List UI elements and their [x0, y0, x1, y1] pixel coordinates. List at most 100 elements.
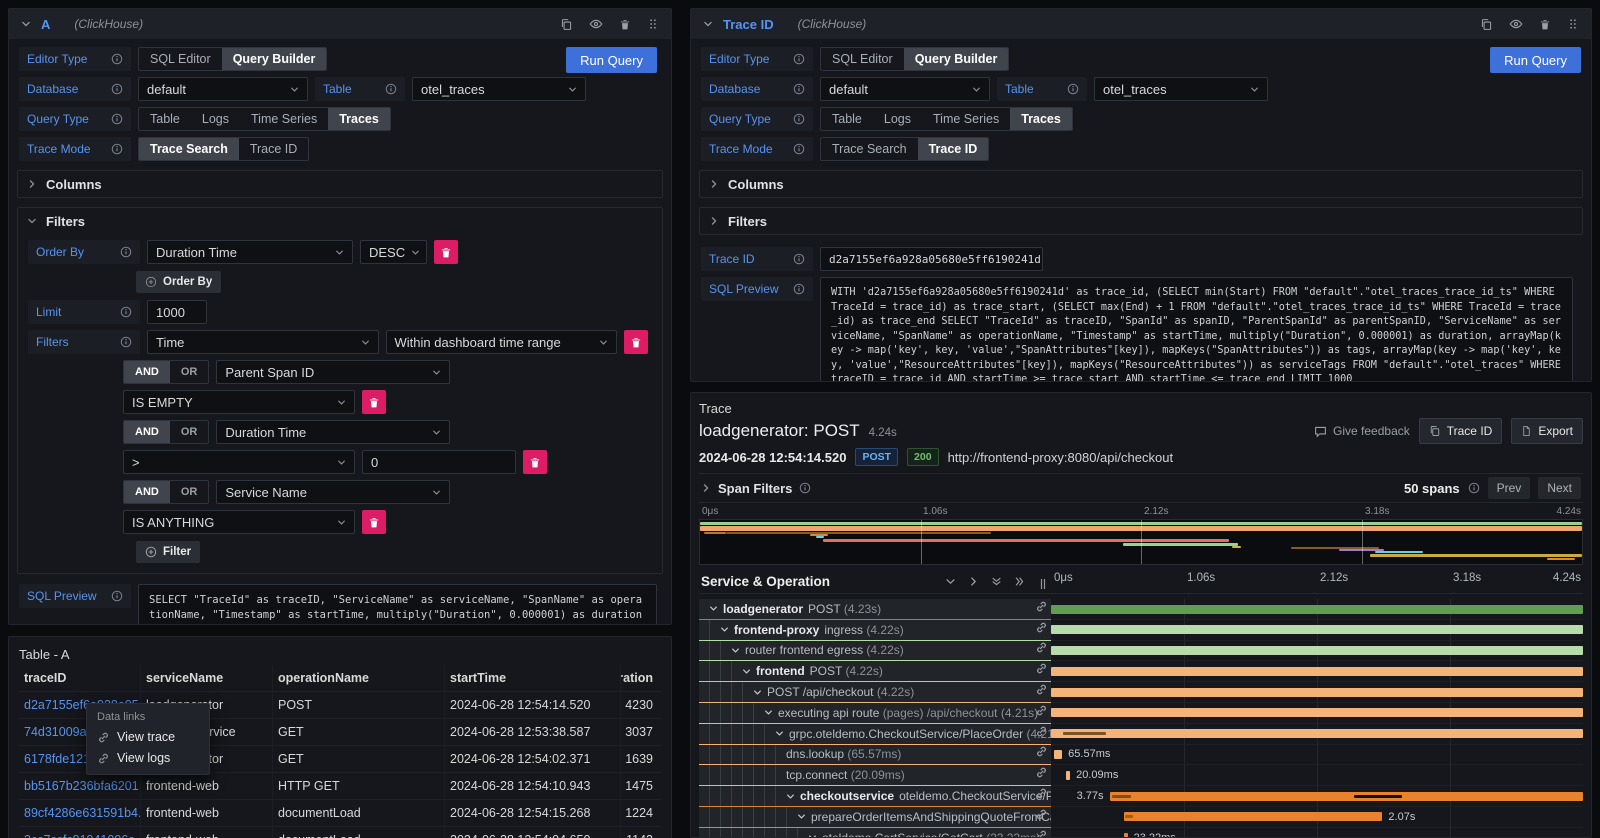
give-feedback-link[interactable]: Give feedback — [1314, 424, 1410, 438]
hide-query-icon[interactable] — [589, 17, 603, 31]
trace-minimap[interactable] — [699, 519, 1583, 565]
remove-filter-button[interactable] — [523, 450, 547, 474]
next-button[interactable]: Next — [1538, 477, 1581, 499]
span-name[interactable]: frontend-proxyingress (4.22s) — [699, 620, 1051, 641]
filter-operator-select[interactable]: > — [123, 450, 355, 474]
info-icon[interactable] — [120, 246, 132, 258]
database-select[interactable]: default — [138, 77, 308, 101]
span-name[interactable]: executing api route (pages) /api/checkou… — [699, 703, 1051, 724]
filter-field-select[interactable]: Duration Time — [216, 420, 450, 444]
and-option[interactable]: AND — [124, 421, 170, 443]
duplicate-query-icon[interactable] — [560, 17, 573, 31]
span-bar[interactable] — [1051, 708, 1583, 717]
span-bar[interactable] — [1051, 729, 1583, 738]
editor-type-option-query-builder[interactable]: Query Builder — [222, 48, 327, 70]
trace-mode-option-trace-id[interactable]: Trace ID — [239, 138, 308, 160]
query-type-option-traces[interactable]: Traces — [328, 108, 390, 130]
chevron-down-icon[interactable] — [764, 708, 773, 717]
filter-field-select[interactable]: Service Name — [216, 480, 450, 504]
span-bar[interactable] — [1124, 833, 1128, 838]
span-link-icon[interactable] — [1035, 683, 1048, 701]
collapse-query-icon[interactable] — [703, 19, 713, 29]
trace-mode-option-trace-search[interactable]: Trace Search — [821, 138, 918, 160]
drag-handle-icon[interactable] — [647, 17, 659, 31]
table-select[interactable]: otel_traces — [412, 77, 586, 101]
panel-title[interactable]: Table - A — [19, 643, 661, 665]
panel-title[interactable]: Trace — [699, 399, 1583, 417]
run-query-button[interactable]: Run Query — [1490, 47, 1581, 73]
filter-operator-select[interactable]: IS ANYTHING — [123, 510, 355, 534]
data-link-view-logs[interactable]: View logs — [97, 751, 199, 765]
span-link-icon[interactable] — [1035, 766, 1048, 784]
query-type-option-table[interactable]: Table — [139, 108, 191, 130]
and-option[interactable]: AND — [124, 361, 170, 383]
span-link-icon[interactable] — [1035, 704, 1048, 722]
collapse-all-button[interactable] — [991, 576, 1002, 587]
order-by-field-select[interactable]: Duration Time — [147, 240, 353, 264]
span-bar[interactable] — [1051, 605, 1583, 614]
column-header-starttime[interactable]: startTime — [445, 665, 621, 691]
export-button[interactable]: Export — [1511, 418, 1583, 444]
query-type-option-time-series[interactable]: Time Series — [240, 108, 328, 130]
database-select[interactable]: default — [820, 77, 990, 101]
columns-section-toggle[interactable]: Columns — [700, 171, 1582, 197]
chevron-down-icon[interactable] — [753, 688, 762, 697]
column-resize-handle[interactable] — [1039, 578, 1047, 590]
trace-mode-option-trace-id[interactable]: Trace ID — [918, 138, 989, 160]
info-icon[interactable] — [793, 83, 805, 95]
or-option[interactable]: OR — [170, 481, 209, 503]
add-order-by-button[interactable]: Order By — [136, 271, 221, 293]
query-row-header-a[interactable]: A (ClickHouse) — [9, 9, 671, 39]
columns-section-toggle[interactable]: Columns — [18, 171, 662, 197]
filter-value-select[interactable]: Within dashboard time range — [386, 330, 618, 354]
remove-filter-button[interactable] — [362, 510, 386, 534]
delete-query-icon[interactable] — [1539, 17, 1551, 31]
span-link-icon[interactable] — [1035, 641, 1048, 659]
span-name[interactable]: checkoutserviceoteldemo.CheckoutService/… — [699, 786, 1051, 807]
span-name[interactable]: router frontend egress (4.22s) — [699, 641, 1051, 662]
span-link-icon[interactable] — [1035, 621, 1048, 639]
prev-button[interactable]: Prev — [1488, 477, 1531, 499]
remove-order-by-button[interactable] — [434, 240, 458, 264]
chevron-down-icon[interactable] — [775, 729, 784, 738]
info-icon[interactable] — [111, 113, 123, 125]
trace-id-input[interactable]: d2a7155ef6a928a05680e5ff6190241d — [820, 247, 1043, 271]
column-header-operationname[interactable]: operationName — [273, 665, 445, 691]
info-icon[interactable] — [111, 590, 123, 602]
or-option[interactable]: OR — [170, 421, 209, 443]
trace-id-link[interactable]: 89cf4286e631591b4... — [19, 800, 141, 826]
info-icon[interactable] — [1468, 482, 1480, 494]
span-name[interactable]: dns.lookup (65.57ms) — [699, 745, 1051, 766]
span-link-icon[interactable] — [1035, 808, 1048, 826]
drag-handle-icon[interactable] — [1567, 17, 1579, 31]
filter-field-select[interactable]: Parent Span ID — [216, 360, 450, 384]
chevron-down-icon[interactable] — [709, 604, 718, 613]
query-row-header-trace-id[interactable]: Trace ID (ClickHouse) — [691, 9, 1591, 39]
chevron-down-icon[interactable] — [742, 667, 751, 676]
span-name[interactable]: frontendPOST (4.22s) — [699, 661, 1051, 682]
collapse-one-button[interactable] — [945, 576, 956, 587]
collapse-query-icon[interactable] — [21, 19, 31, 29]
remove-filter-button[interactable] — [362, 390, 386, 414]
info-icon[interactable] — [793, 283, 805, 295]
chevron-down-icon[interactable] — [720, 625, 729, 634]
column-header-traceid[interactable]: traceID — [19, 665, 141, 691]
info-icon[interactable] — [1067, 83, 1079, 95]
remove-filter-button[interactable] — [624, 330, 648, 354]
span-link-icon[interactable] — [1035, 725, 1048, 743]
span-bar[interactable] — [1051, 667, 1583, 676]
span-bar[interactable] — [1066, 771, 1070, 780]
span-bar[interactable] — [1051, 625, 1583, 634]
span-name[interactable]: grpc.oteldemo.CheckoutService/PlaceOrder… — [699, 724, 1051, 745]
span-bar[interactable] — [1051, 646, 1583, 655]
span-bar[interactable] — [1124, 812, 1383, 821]
or-option[interactable]: OR — [170, 361, 209, 383]
span-name[interactable]: prepareOrderItemsAndShippingQuoteFromCar… — [699, 807, 1051, 828]
info-icon[interactable] — [111, 143, 123, 155]
column-header-duration[interactable]: duration — [621, 665, 661, 691]
info-icon[interactable] — [120, 306, 132, 318]
span-link-icon[interactable] — [1035, 600, 1048, 618]
query-type-option-traces[interactable]: Traces — [1010, 108, 1072, 130]
query-type-option-logs[interactable]: Logs — [873, 108, 922, 130]
span-filters-toggle[interactable]: Span Filters — [718, 481, 792, 496]
